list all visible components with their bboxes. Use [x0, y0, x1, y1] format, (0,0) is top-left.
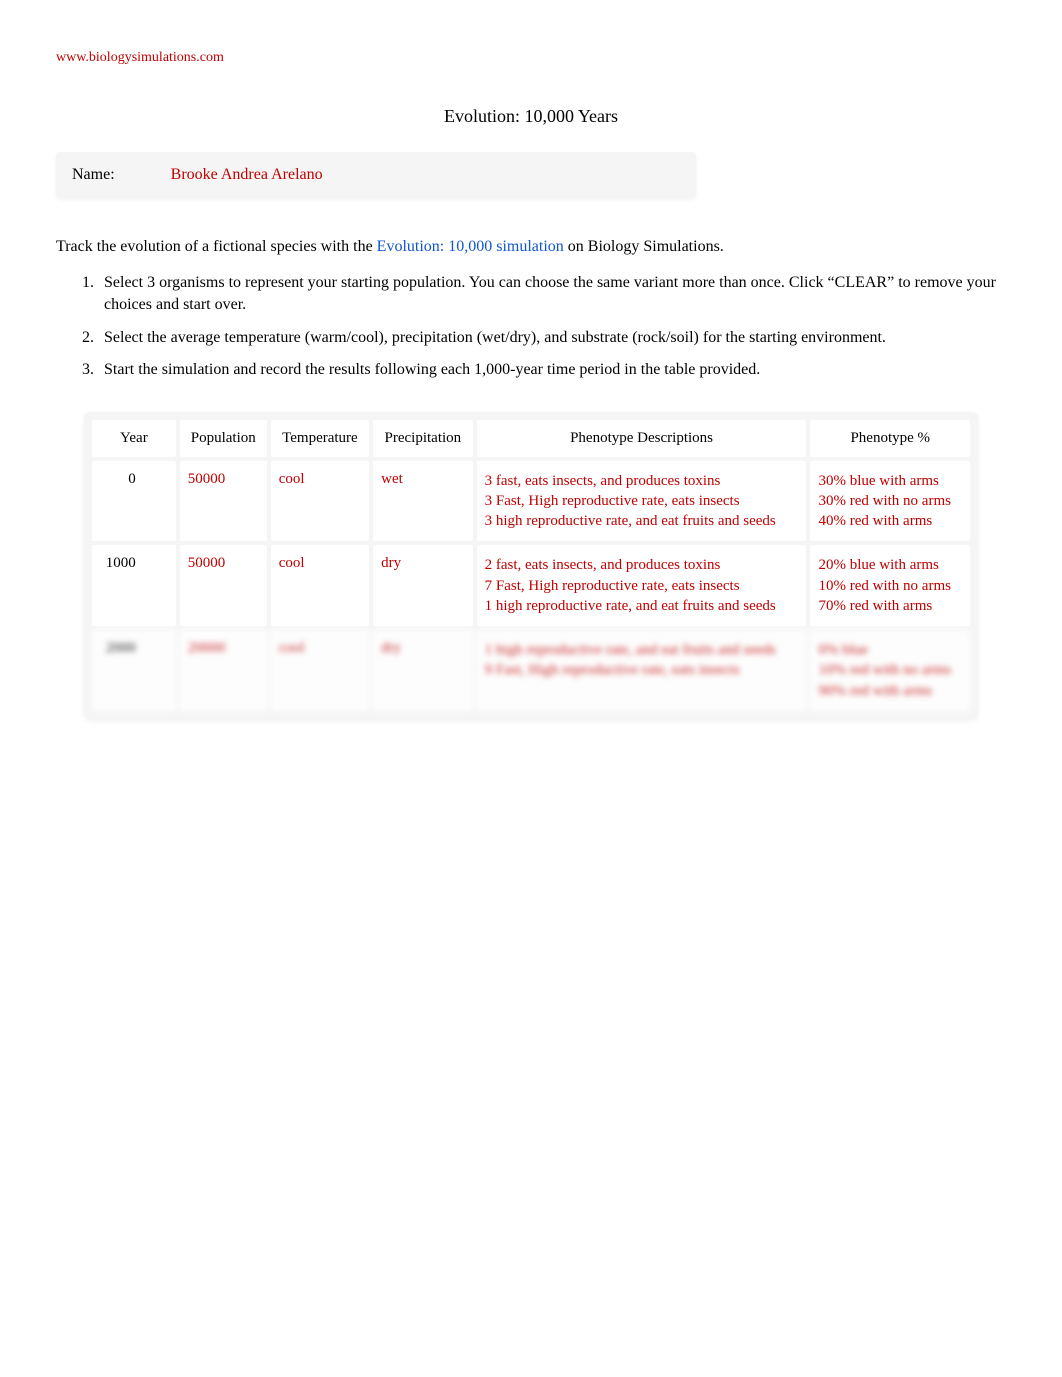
table-row: 0 50000 cool wet 3 fast, eats insects, a… [92, 461, 970, 542]
intro-suffix: on Biology Simulations. [564, 238, 724, 255]
intro-prefix: Track the evolution of a fictional speci… [56, 238, 377, 255]
cell-precipitation[interactable]: dry [373, 630, 473, 711]
cell-precipitation[interactable]: wet [373, 461, 473, 542]
cell-precipitation[interactable]: dry [373, 545, 473, 626]
cell-phenotype-desc[interactable]: 3 fast, eats insects, and produces toxin… [477, 461, 807, 542]
cell-phenotype-pct[interactable]: 20% blue with arms 10% red with no arms … [810, 545, 970, 626]
instructions-list: Select 3 organisms to represent your sta… [98, 272, 1006, 382]
cell-population[interactable]: 50000 [180, 545, 267, 626]
col-temperature: Temperature [271, 420, 369, 457]
simulation-link[interactable]: Evolution: 10,000 simulation [377, 238, 564, 255]
cell-year: 1000 [92, 545, 176, 626]
cell-temperature[interactable]: cool [271, 545, 369, 626]
name-box: Name: Brooke Andrea Arelano [56, 152, 696, 198]
cell-year: 2000 [92, 630, 176, 711]
col-phenotype-desc: Phenotype Descriptions [477, 420, 807, 457]
cell-phenotype-desc[interactable]: 2 fast, eats insects, and produces toxin… [477, 545, 807, 626]
cell-phenotype-pct[interactable]: 0% blue 10% red with no arms 90% red wit… [810, 630, 970, 711]
data-table: Year Population Temperature Precipitatio… [88, 416, 974, 715]
col-precipitation: Precipitation [373, 420, 473, 457]
cell-population[interactable]: 20000 [180, 630, 267, 711]
site-link[interactable]: www.biologysimulations.com [56, 50, 1006, 66]
instruction-item: Select 3 organisms to represent your sta… [98, 272, 1006, 317]
cell-temperature[interactable]: cool [271, 630, 369, 711]
cell-year: 0 [92, 461, 176, 542]
intro-text: Track the evolution of a fictional speci… [56, 238, 1006, 256]
cell-phenotype-desc[interactable]: 1 high reproductive rate, and eat fruits… [477, 630, 807, 711]
page-title: Evolution: 10,000 Years [56, 106, 1006, 127]
table-row: 2000 20000 cool dry 1 high reproductive … [92, 630, 970, 711]
col-year: Year [92, 420, 176, 457]
col-population: Population [180, 420, 267, 457]
col-phenotype-pct: Phenotype % [810, 420, 970, 457]
data-table-container: Year Population Temperature Precipitatio… [84, 412, 978, 719]
name-label: Name: [72, 166, 115, 184]
name-value[interactable]: Brooke Andrea Arelano [171, 166, 323, 184]
cell-population[interactable]: 50000 [180, 461, 267, 542]
cell-temperature[interactable]: cool [271, 461, 369, 542]
table-row: 1000 50000 cool dry 2 fast, eats insects… [92, 545, 970, 626]
cell-phenotype-pct[interactable]: 30% blue with arms 30% red with no arms … [810, 461, 970, 542]
instruction-item: Select the average temperature (warm/coo… [98, 327, 1006, 349]
instruction-item: Start the simulation and record the resu… [98, 359, 1006, 381]
